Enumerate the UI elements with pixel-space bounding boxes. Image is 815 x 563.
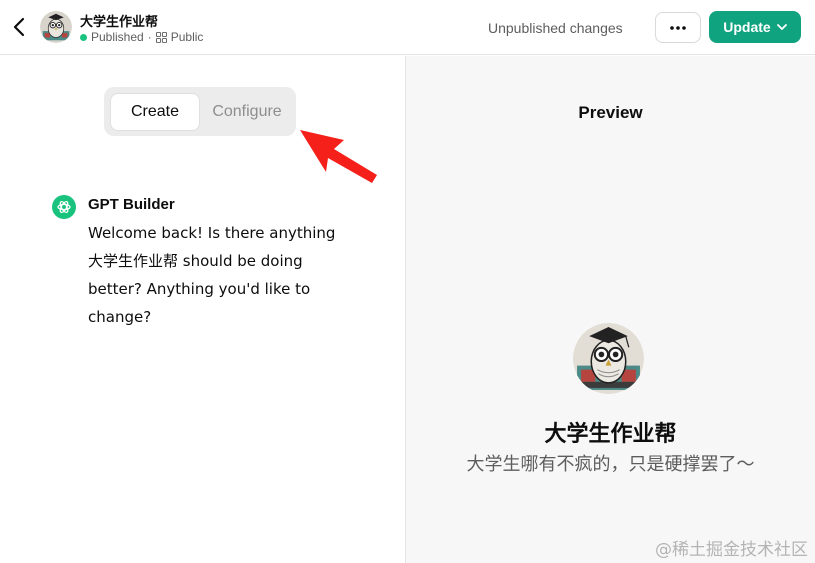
- unpublished-changes-text: Unpublished changes: [488, 20, 623, 36]
- visibility-label: Public: [170, 30, 204, 44]
- tab-configure[interactable]: Configure: [202, 93, 292, 131]
- gpt-title: 大学生作业帮: [80, 15, 159, 30]
- preview-pane: [406, 56, 815, 563]
- ellipsis-icon: [670, 25, 686, 30]
- public-grid-icon: [155, 31, 167, 43]
- status-separator: ·: [147, 30, 152, 44]
- preview-title: Preview: [578, 103, 643, 122]
- more-options-button[interactable]: [655, 12, 701, 43]
- back-icon[interactable]: [10, 15, 30, 39]
- gpt-avatar: [40, 11, 72, 43]
- tab-create[interactable]: Create: [110, 93, 200, 131]
- chat-message: Welcome back! Is there anything 大学生作业帮 s…: [88, 224, 336, 326]
- preview-gpt-name: 大学生作业帮: [544, 422, 677, 447]
- publish-status: Published · Public: [80, 30, 203, 44]
- top-bar: 大学生作业帮 Published · Public Unpublished ch…: [0, 0, 815, 55]
- preview-gpt-avatar: [573, 323, 644, 394]
- published-label: Published: [91, 30, 144, 44]
- watermark: @稀土掘金技术社区: [655, 540, 808, 560]
- update-button[interactable]: Update: [709, 11, 801, 43]
- chat-author: GPT Builder: [88, 196, 175, 213]
- update-label: Update: [723, 19, 771, 35]
- preview-gpt-description: 大学生哪有不疯的，只是硬撑罢了～: [466, 454, 755, 475]
- published-dot-icon: [80, 33, 87, 41]
- annotation-arrow-icon: [300, 130, 377, 183]
- chevron-down-icon: [776, 24, 787, 30]
- gpt-builder-logo-icon: [52, 195, 76, 219]
